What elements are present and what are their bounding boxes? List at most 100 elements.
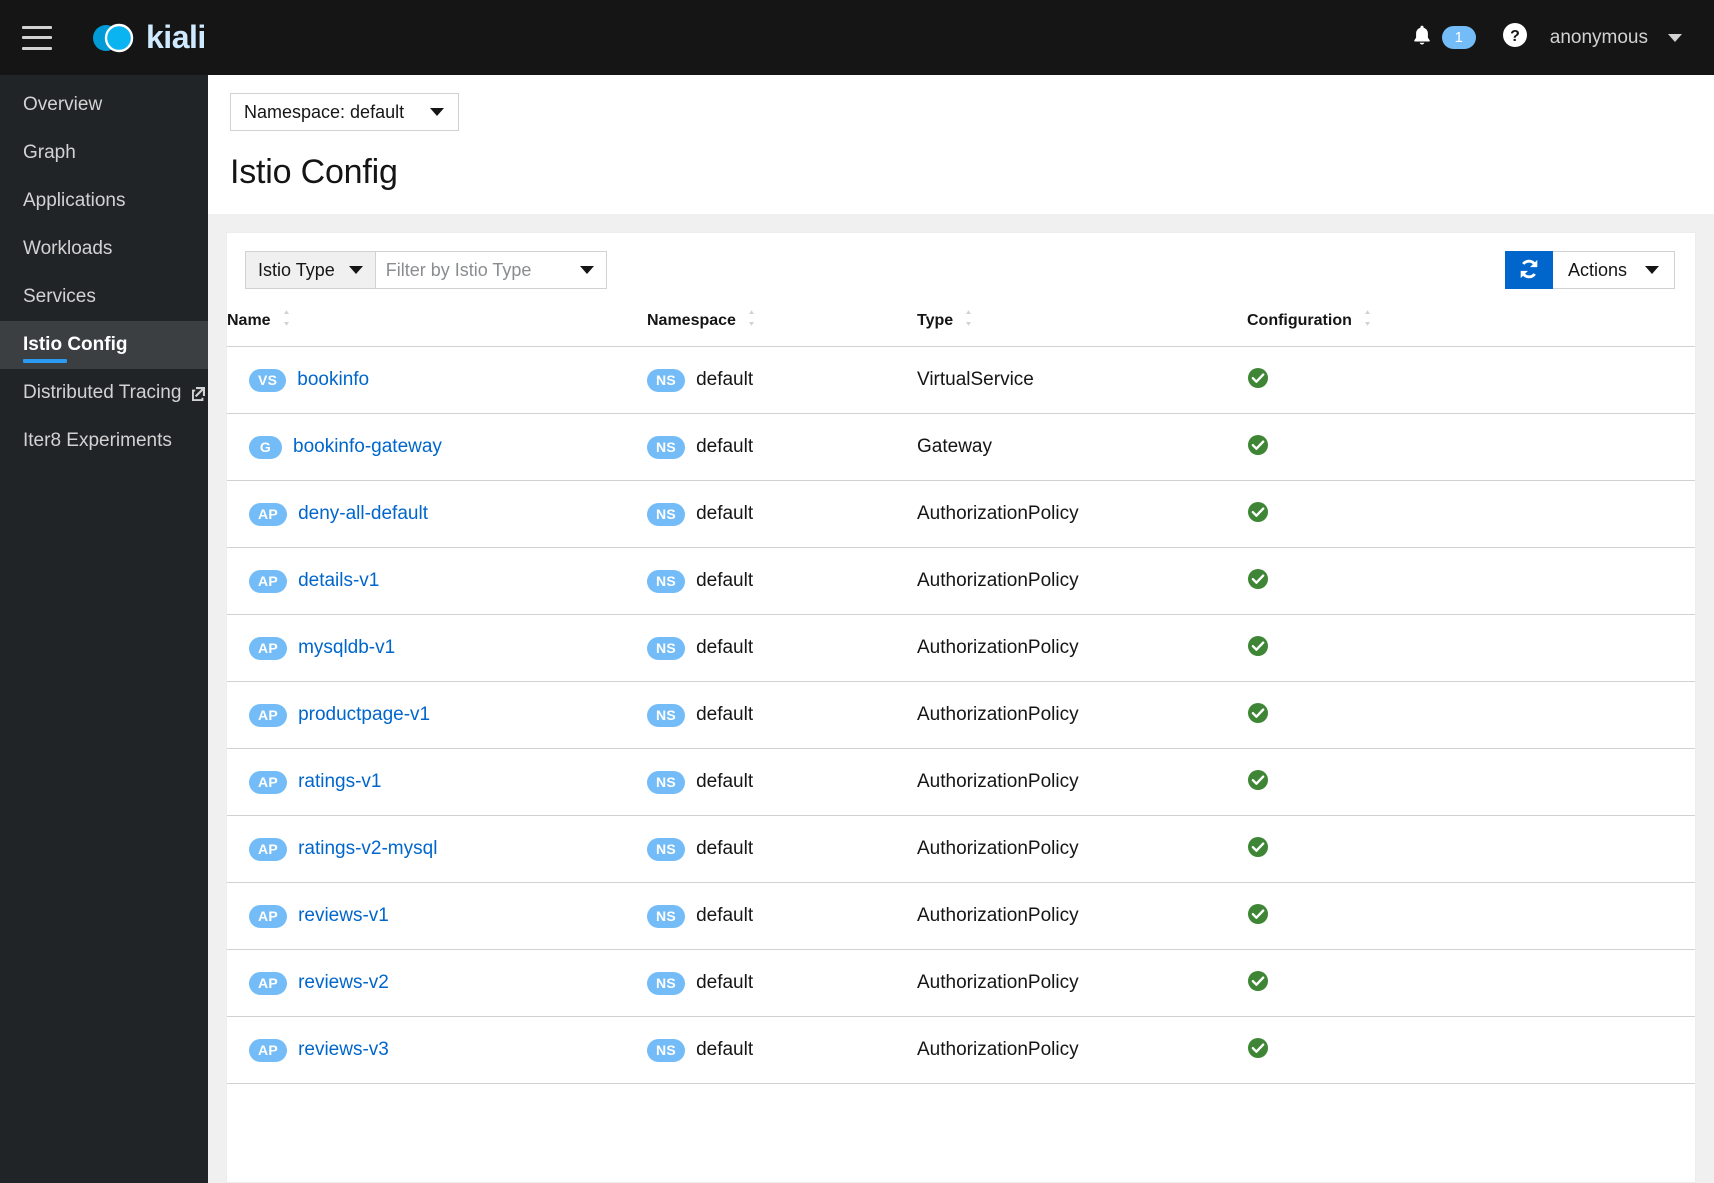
check-circle-icon <box>1247 568 1269 590</box>
question-circle-icon: ? <box>1502 22 1528 53</box>
table-row[interactable]: AP ratings-v2-mysql NS default Authoriza… <box>227 815 1695 883</box>
config-name-link[interactable]: ratings-v1 <box>298 771 381 793</box>
sidebar-item-services[interactable]: Services <box>0 273 208 321</box>
namespace-value: default <box>696 972 754 993</box>
table-row[interactable]: AP reviews-v2 NS default AuthorizationPo… <box>227 949 1695 1017</box>
cell-name: AP ratings-v1 <box>227 748 647 816</box>
config-name-link[interactable]: mysqldb-v1 <box>298 637 395 659</box>
notification-count-badge: 1 <box>1441 26 1476 49</box>
type-value: Gateway <box>917 436 992 457</box>
istio-type-badge: G <box>249 435 282 459</box>
notifications-button[interactable]: 1 <box>1401 23 1486 52</box>
brand-logo-group[interactable]: kiali <box>86 18 206 58</box>
masthead-actions: 1 ? anonymous <box>1401 22 1688 53</box>
column-header-configuration[interactable]: Configuration <box>1247 303 1695 347</box>
namespace-badge: NS <box>647 703 686 727</box>
sidebar-item-iter8-experiments[interactable]: Iter8 Experiments <box>0 417 208 465</box>
sidebar-item-istio-config[interactable]: Istio Config <box>0 321 208 369</box>
cell-configuration <box>1247 815 1695 883</box>
table-row[interactable]: AP reviews-v1 NS default AuthorizationPo… <box>227 882 1695 950</box>
cell-configuration <box>1247 882 1695 950</box>
config-name-link[interactable]: reviews-v1 <box>298 905 389 927</box>
namespace-value: default <box>696 570 754 591</box>
help-button[interactable]: ? <box>1502 22 1528 53</box>
config-name-link[interactable]: productpage-v1 <box>298 704 430 726</box>
namespace-badge: NS <box>647 971 686 995</box>
namespace-selector-label: Namespace: default <box>244 101 405 122</box>
toolbar-right-actions: Actions <box>1504 251 1675 289</box>
config-name-link[interactable]: bookinfo-gateway <box>293 436 442 458</box>
sidebar-item-graph[interactable]: Graph <box>0 129 208 177</box>
filter-type-dropdown[interactable]: Istio Type <box>245 251 376 289</box>
config-name-link[interactable]: reviews-v2 <box>298 972 389 994</box>
cell-type: AuthorizationPolicy <box>917 480 1247 548</box>
column-header-namespace[interactable]: Namespace <box>647 303 917 347</box>
table-row[interactable]: G bookinfo-gateway NS default Gateway <box>227 413 1695 481</box>
actions-dropdown[interactable]: Actions <box>1552 251 1675 289</box>
istio-type-badge: VS <box>249 368 287 392</box>
refresh-sync-icon <box>1517 257 1541 284</box>
column-header-name[interactable]: Name <box>227 303 647 347</box>
namespace-selector[interactable]: Namespace: default <box>230 93 460 131</box>
check-circle-icon <box>1247 702 1269 724</box>
namespace-value: default <box>696 704 754 725</box>
table-head: Name Namespace Type Configuration <box>227 303 1695 347</box>
filter-type-label: Istio Type <box>258 259 335 280</box>
body-region: Overview Graph Applications Workloads Se… <box>0 75 1714 1183</box>
type-value: AuthorizationPolicy <box>917 704 1079 725</box>
cell-name: VS bookinfo <box>227 346 647 414</box>
caret-down-icon[interactable] <box>579 266 594 274</box>
cell-configuration <box>1247 949 1695 1017</box>
filter-input[interactable] <box>385 259 580 281</box>
cell-type: AuthorizationPolicy <box>917 815 1247 883</box>
sidebar-item-overview[interactable]: Overview <box>0 81 208 129</box>
column-label: Name <box>227 311 271 329</box>
table-row[interactable]: AP reviews-v3 NS default AuthorizationPo… <box>227 1016 1695 1084</box>
check-circle-icon <box>1247 769 1269 791</box>
istio-config-card: Istio Type Filter by Istio Type Actions … <box>226 232 1696 1183</box>
sidebar-item-label: Graph <box>23 142 76 163</box>
cell-namespace: NS default <box>647 480 917 548</box>
table-row[interactable]: AP ratings-v1 NS default AuthorizationPo… <box>227 748 1695 816</box>
sidebar-item-distributed-tracing[interactable]: Distributed Tracing <box>0 369 208 417</box>
refresh-button[interactable] <box>1504 251 1553 289</box>
cell-name: AP reviews-v2 <box>227 949 647 1017</box>
check-circle-icon <box>1247 501 1269 523</box>
config-name-link[interactable]: deny-all-default <box>298 503 428 525</box>
cell-name: G bookinfo-gateway <box>227 413 647 481</box>
sidebar-item-workloads[interactable]: Workloads <box>0 225 208 273</box>
check-circle-icon <box>1247 970 1269 992</box>
column-label: Type <box>917 311 954 329</box>
sidebar-item-applications[interactable]: Applications <box>0 177 208 225</box>
config-name-link[interactable]: bookinfo <box>297 369 369 391</box>
column-header-type[interactable]: Type <box>917 303 1247 347</box>
istio-type-badge: AP <box>249 1038 288 1062</box>
sidebar-item-label: Iter8 Experiments <box>23 430 172 451</box>
user-menu[interactable]: anonymous <box>1550 27 1688 49</box>
sidebar-item-label: Services <box>23 286 96 307</box>
table-row[interactable]: AP mysqldb-v1 NS default AuthorizationPo… <box>227 614 1695 682</box>
namespace-value: default <box>696 905 754 926</box>
istio-type-badge: AP <box>249 837 288 861</box>
table-row[interactable]: AP productpage-v1 NS default Authorizati… <box>227 681 1695 749</box>
sort-arrows-icon <box>746 309 757 332</box>
config-name-link[interactable]: reviews-v3 <box>298 1039 389 1061</box>
column-label: Configuration <box>1247 311 1352 329</box>
check-circle-icon <box>1247 635 1269 657</box>
hamburger-icon[interactable] <box>22 25 52 50</box>
table-row[interactable]: AP deny-all-default NS default Authoriza… <box>227 480 1695 548</box>
table-row[interactable]: VS bookinfo NS default VirtualService <box>227 346 1695 414</box>
cell-type: AuthorizationPolicy <box>917 681 1247 749</box>
config-name-link[interactable]: ratings-v2-mysql <box>298 838 437 860</box>
namespace-value: default <box>696 503 754 524</box>
type-value: AuthorizationPolicy <box>917 972 1079 993</box>
content-wrapper: Istio Type Filter by Istio Type Actions … <box>208 214 1714 1183</box>
check-circle-icon <box>1247 1037 1269 1059</box>
sort-arrows-icon <box>281 309 292 332</box>
svg-text:?: ? <box>1510 28 1520 45</box>
bell-icon <box>1411 23 1433 52</box>
config-name-link[interactable]: details-v1 <box>298 570 379 592</box>
table-header-row: Name Namespace Type Configuration <box>227 303 1695 347</box>
cell-configuration <box>1247 346 1695 414</box>
table-row[interactable]: AP details-v1 NS default AuthorizationPo… <box>227 547 1695 615</box>
